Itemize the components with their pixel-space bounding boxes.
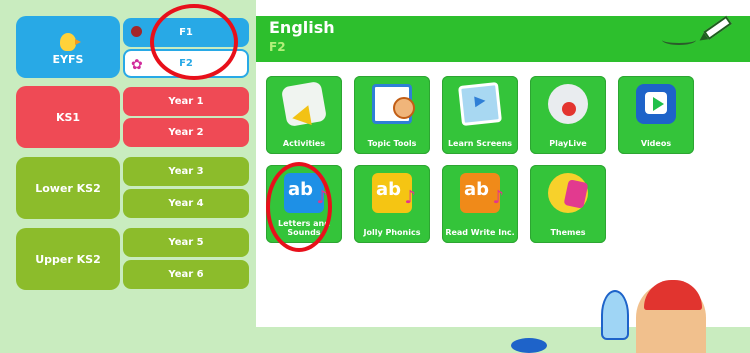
- tile-label: PlayLive: [549, 139, 587, 148]
- upper-ks2-group: Upper KS2 Year 5 Year 6: [16, 228, 250, 290]
- chick-icon: [60, 32, 81, 51]
- upper-ks2-button[interactable]: Upper KS2: [16, 228, 120, 290]
- ks1-label: KS1: [55, 110, 81, 124]
- tile-label: Read Write Inc.: [445, 228, 515, 237]
- themes-icon: [548, 173, 588, 213]
- year-6-button[interactable]: Year 6: [123, 260, 249, 289]
- tile-label: Learn Screens: [447, 139, 513, 148]
- ks1-button[interactable]: KS1: [16, 86, 120, 148]
- year-4-button[interactable]: Year 4: [123, 189, 249, 218]
- tile-label: Videos: [640, 139, 672, 148]
- lower-ks2-group: Lower KS2 Year 3 Year 4: [16, 157, 250, 219]
- year-5-button[interactable]: Year 5: [123, 228, 249, 257]
- lower-ks2-button[interactable]: Lower KS2: [16, 157, 120, 219]
- year-5-label: Year 5: [168, 237, 204, 248]
- tile-jolly-phonics[interactable]: ab Jolly Phonics: [354, 165, 430, 243]
- year-4-label: Year 4: [168, 198, 204, 209]
- ab-icon: ab: [372, 173, 416, 213]
- year-1-button[interactable]: Year 1: [123, 87, 249, 116]
- year-2-label: Year 2: [168, 127, 204, 138]
- highlight-circle-f2: [150, 4, 238, 80]
- ab-icon: ab: [460, 173, 504, 213]
- resource-grid: Activities Topic Tools Learn Screens Pla…: [266, 76, 696, 246]
- screens-icon: [458, 82, 502, 126]
- tile-themes[interactable]: Themes: [530, 165, 606, 243]
- year-1-label: Year 1: [168, 96, 204, 107]
- cap-illustration: [644, 280, 702, 310]
- page-subtitle: F2: [269, 40, 286, 54]
- year-2-button[interactable]: Year 2: [123, 118, 249, 147]
- puzzle-icon: [280, 80, 328, 128]
- butterfly-icon: ✿: [131, 57, 143, 73]
- page-title: English: [269, 18, 335, 37]
- lower-ks2-label: Lower KS2: [35, 181, 101, 195]
- main-panel: English F2 Activities Topic Tools Learn …: [256, 0, 750, 353]
- video-icon: [636, 84, 676, 124]
- highlight-circle-letters-and-sounds: [266, 162, 332, 252]
- squiggle-decoration: [662, 35, 696, 45]
- rocket-illustration: [601, 290, 629, 340]
- whiteboard-icon: [372, 84, 415, 124]
- tile-read-write-inc[interactable]: ab Read Write Inc.: [442, 165, 518, 243]
- tile-label: Jolly Phonics: [363, 228, 421, 237]
- fish-illustration: [511, 338, 547, 353]
- pencil-icon[interactable]: [694, 10, 737, 48]
- tile-learn-screens[interactable]: Learn Screens: [442, 76, 518, 154]
- tile-videos[interactable]: Videos: [618, 76, 694, 154]
- tile-label: Topic Tools: [367, 139, 417, 148]
- year-3-label: Year 3: [168, 166, 204, 177]
- ks1-group: KS1 Year 1 Year 2: [16, 86, 250, 148]
- subject-header: English F2: [256, 15, 750, 62]
- eyfs-label: EYFS: [52, 52, 84, 66]
- ladybird-icon: [131, 26, 142, 37]
- tile-activities[interactable]: Activities: [266, 76, 342, 154]
- tile-label: Themes: [550, 228, 586, 237]
- year-3-button[interactable]: Year 3: [123, 157, 249, 186]
- eyfs-button[interactable]: EYFS: [16, 16, 120, 78]
- upper-ks2-label: Upper KS2: [35, 252, 101, 266]
- year-6-label: Year 6: [168, 269, 204, 280]
- tile-playlive[interactable]: PlayLive: [530, 76, 606, 154]
- tile-label: Activities: [282, 139, 326, 148]
- rosette-icon: [548, 84, 588, 124]
- tile-topic-tools[interactable]: Topic Tools: [354, 76, 430, 154]
